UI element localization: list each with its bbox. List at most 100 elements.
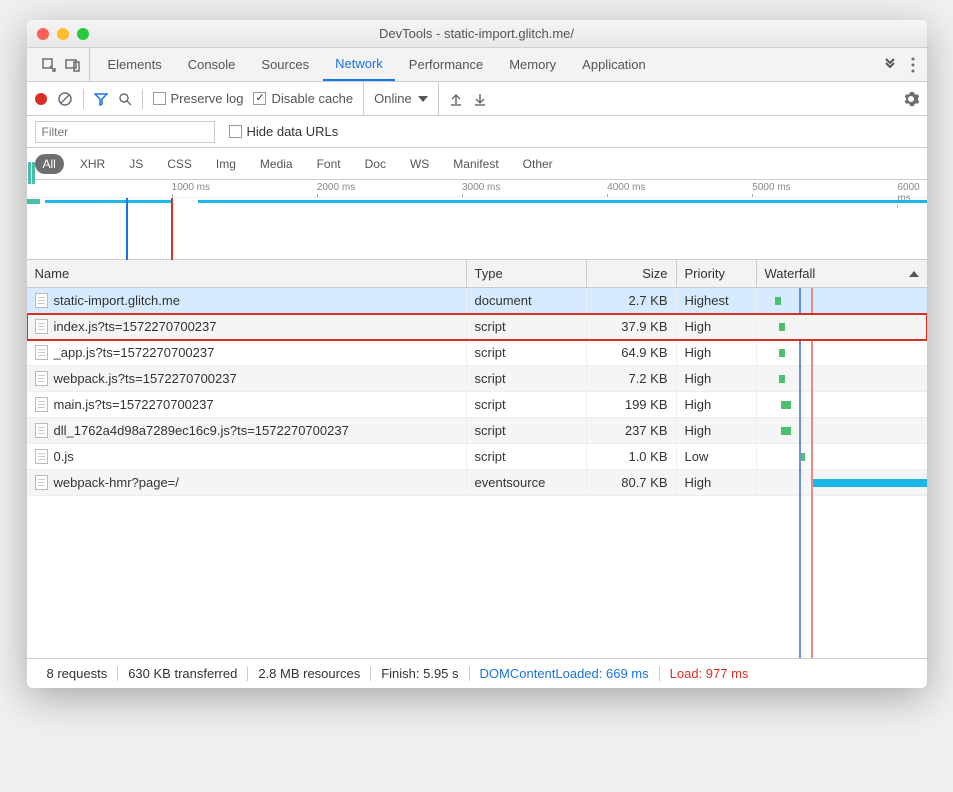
ruler-tick: 4000 ms xyxy=(607,182,645,193)
table-row[interactable]: 0.jsscript1.0 KBLow xyxy=(27,444,927,470)
cell-priority: High xyxy=(677,366,757,391)
cell-type: script xyxy=(467,340,587,365)
cell-type: document xyxy=(467,288,587,313)
kebab-menu-icon[interactable] xyxy=(911,57,915,73)
tab-network[interactable]: Network xyxy=(323,48,395,81)
table-row[interactable]: _app.js?ts=1572270700237script64.9 KBHig… xyxy=(27,340,927,366)
download-har-icon[interactable] xyxy=(473,92,487,106)
type-filter-media[interactable]: Media xyxy=(252,154,301,174)
cell-name: _app.js?ts=1572270700237 xyxy=(27,340,467,365)
tab-application[interactable]: Application xyxy=(570,48,658,81)
ruler-tick: 1000 ms xyxy=(172,182,210,193)
table-row[interactable]: webpack.js?ts=1572270700237script7.2 KBH… xyxy=(27,366,927,392)
cell-priority: High xyxy=(677,418,757,443)
type-filter-ws[interactable]: WS xyxy=(402,154,437,174)
tab-console[interactable]: Console xyxy=(176,48,248,81)
header-size[interactable]: Size xyxy=(587,260,677,287)
cell-waterfall xyxy=(757,392,927,417)
cell-name: webpack.js?ts=1572270700237 xyxy=(27,366,467,391)
maximize-window-button[interactable] xyxy=(77,28,89,40)
preserve-log-checkbox[interactable]: Preserve log xyxy=(153,91,244,106)
cell-waterfall xyxy=(757,366,927,391)
tab-sources[interactable]: Sources xyxy=(249,48,321,81)
file-icon xyxy=(35,319,48,334)
device-toggle-icon[interactable] xyxy=(65,57,81,73)
close-window-button[interactable] xyxy=(37,28,49,40)
more-tabs-icon[interactable] xyxy=(875,58,905,72)
filter-toggle-icon[interactable] xyxy=(94,92,108,106)
filter-bar: Hide data URLs xyxy=(27,116,927,148)
type-filter-all[interactable]: All xyxy=(35,154,64,174)
status-load: Load: 977 ms xyxy=(660,666,759,681)
table-row[interactable]: main.js?ts=1572270700237script199 KBHigh xyxy=(27,392,927,418)
type-filter-font[interactable]: Font xyxy=(309,154,349,174)
cell-type: eventsource xyxy=(467,470,587,495)
type-filter-manifest[interactable]: Manifest xyxy=(445,154,506,174)
record-button[interactable] xyxy=(35,93,47,105)
cell-priority: Highest xyxy=(677,288,757,313)
throttling-select[interactable]: Online xyxy=(363,82,439,115)
cell-waterfall xyxy=(757,340,927,365)
cell-name: index.js?ts=1572270700237 xyxy=(27,314,467,339)
cell-name: main.js?ts=1572270700237 xyxy=(27,392,467,417)
cell-waterfall xyxy=(757,288,927,313)
cell-size: 1.0 KB xyxy=(587,444,677,469)
clear-button[interactable] xyxy=(57,91,73,107)
table-row[interactable]: index.js?ts=1572270700237script37.9 KBHi… xyxy=(27,314,927,340)
tab-performance[interactable]: Performance xyxy=(397,48,495,81)
chevron-down-icon xyxy=(418,96,428,102)
header-name[interactable]: Name xyxy=(27,260,467,287)
header-waterfall[interactable]: Waterfall xyxy=(757,260,927,287)
network-table: Name Type Size Priority Waterfall static… xyxy=(27,260,927,658)
minimize-window-button[interactable] xyxy=(57,28,69,40)
status-requests: 8 requests xyxy=(37,666,119,681)
cell-size: 64.9 KB xyxy=(587,340,677,365)
upload-har-icon[interactable] xyxy=(449,92,463,106)
cell-size: 199 KB xyxy=(587,392,677,417)
cell-size: 7.2 KB xyxy=(587,366,677,391)
filter-input[interactable] xyxy=(35,121,215,143)
ruler-tick: 3000 ms xyxy=(462,182,500,193)
sort-asc-icon xyxy=(909,271,919,277)
header-priority[interactable]: Priority xyxy=(677,260,757,287)
file-icon xyxy=(35,293,48,308)
type-filter-img[interactable]: Img xyxy=(208,154,244,174)
panel-tabbar: ElementsConsoleSourcesNetworkPerformance… xyxy=(27,48,927,82)
cell-waterfall xyxy=(757,470,927,495)
type-filter-xhr[interactable]: XHR xyxy=(72,154,113,174)
table-row[interactable]: webpack-hmr?page=/eventsource80.7 KBHigh xyxy=(27,470,927,496)
status-dcl: DOMContentLoaded: 669 ms xyxy=(470,666,660,681)
cell-waterfall xyxy=(757,314,927,339)
cell-type: script xyxy=(467,366,587,391)
table-header: Name Type Size Priority Waterfall xyxy=(27,260,927,288)
file-icon xyxy=(35,397,48,412)
settings-gear-icon[interactable] xyxy=(903,91,919,107)
cell-priority: High xyxy=(677,314,757,339)
preserve-log-label: Preserve log xyxy=(171,91,244,106)
type-filter-js[interactable]: JS xyxy=(121,154,151,174)
inspect-element-icon[interactable] xyxy=(41,57,57,73)
type-filter-doc[interactable]: Doc xyxy=(357,154,394,174)
cell-name: static-import.glitch.me xyxy=(27,288,467,313)
window-title: DevTools - static-import.glitch.me/ xyxy=(27,26,927,41)
tab-memory[interactable]: Memory xyxy=(497,48,568,81)
timeline-overview[interactable]: 1000 ms2000 ms3000 ms4000 ms5000 ms6000 … xyxy=(27,180,927,260)
table-row[interactable]: static-import.glitch.medocument2.7 KBHig… xyxy=(27,288,927,314)
status-finish: Finish: 5.95 s xyxy=(371,666,469,681)
cell-priority: Low xyxy=(677,444,757,469)
table-row[interactable]: dll_1762a4d98a7289ec16c9.js?ts=157227070… xyxy=(27,418,927,444)
hide-data-urls-checkbox[interactable]: Hide data URLs xyxy=(229,124,339,139)
status-transferred: 630 KB transferred xyxy=(118,666,248,681)
cell-waterfall xyxy=(757,418,927,443)
traffic-lights xyxy=(37,28,89,40)
tab-elements[interactable]: Elements xyxy=(96,48,174,81)
search-icon[interactable] xyxy=(118,92,132,106)
type-filter-css[interactable]: CSS xyxy=(159,154,200,174)
type-filter-bar: All XHR JS CSS Img Media Font Doc WS Manifest Othe… xyxy=(27,148,927,180)
cell-priority: High xyxy=(677,392,757,417)
header-type[interactable]: Type xyxy=(467,260,587,287)
type-filter-other[interactable]: Other xyxy=(515,154,561,174)
cell-size: 237 KB xyxy=(587,418,677,443)
disable-cache-checkbox[interactable]: Disable cache xyxy=(253,91,353,106)
cell-type: script xyxy=(467,392,587,417)
